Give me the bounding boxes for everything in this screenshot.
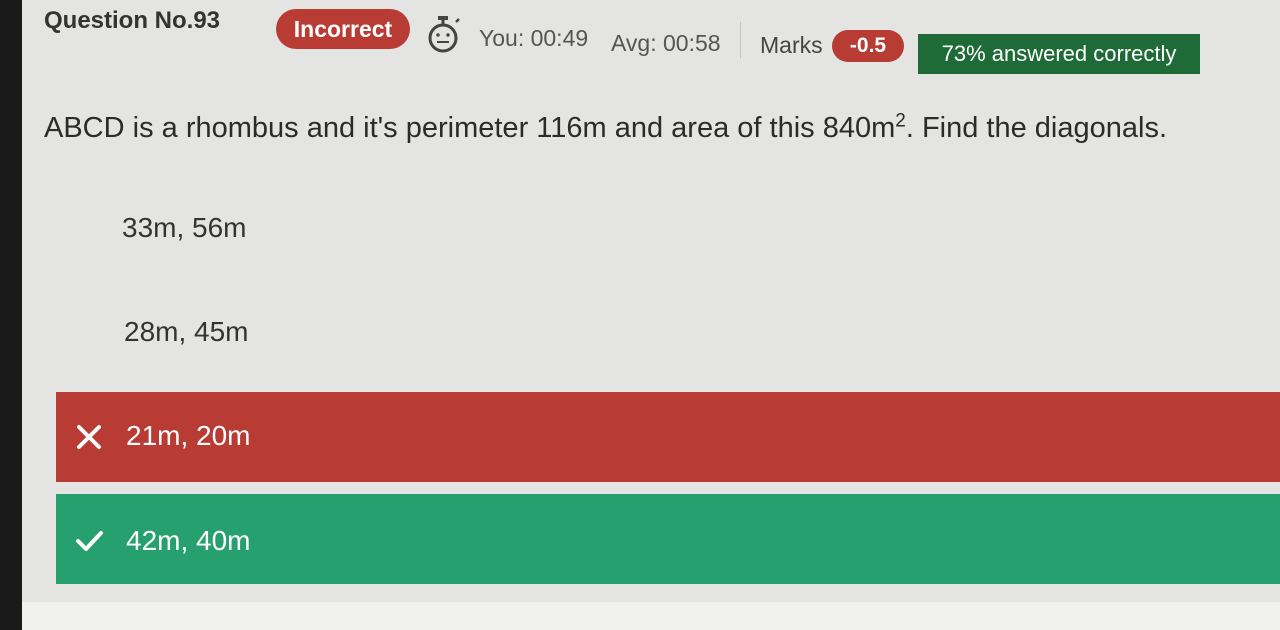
question-text: ABCD is a rhombus and it's perimeter 116… [44, 110, 1167, 145]
superscript-exponent: 2 [895, 110, 906, 132]
stopwatch-icon [428, 16, 460, 53]
question-main-text: ABCD is a rhombus and it's perimeter 116… [44, 112, 896, 144]
option-1[interactable]: 33m, 56m [122, 212, 247, 244]
quiz-screen: Question No.93 Incorrect You: 00:49 Avg:… [22, 0, 1280, 630]
average-time: Avg: 00:58 [611, 30, 721, 56]
your-time: You: 00:49 [479, 25, 589, 51]
option-4-correct[interactable]: 42m, 40m [56, 494, 1280, 584]
answered-correctly-badge: 73% answered correctly [918, 34, 1200, 74]
question-number: Question No.93 [44, 7, 221, 34]
check-icon [76, 531, 103, 551]
status-badge: Incorrect [276, 9, 410, 49]
option-3-incorrect[interactable]: 21m, 20m [56, 392, 1280, 482]
option-4-label: 42m, 40m [126, 525, 251, 556]
marks-label: Marks [760, 32, 823, 58]
option-3-label: 21m, 20m [126, 420, 251, 451]
question-end-text: . Find the diagonals. [905, 112, 1167, 144]
header-divider [740, 22, 741, 58]
marks-badge: -0.5 [832, 30, 904, 62]
option-2[interactable]: 28m, 45m [124, 316, 249, 348]
question-header: Question No.93 Incorrect You: 00:49 Avg:… [22, 0, 1280, 74]
bottom-strip [22, 602, 1280, 630]
cross-icon [77, 425, 101, 449]
